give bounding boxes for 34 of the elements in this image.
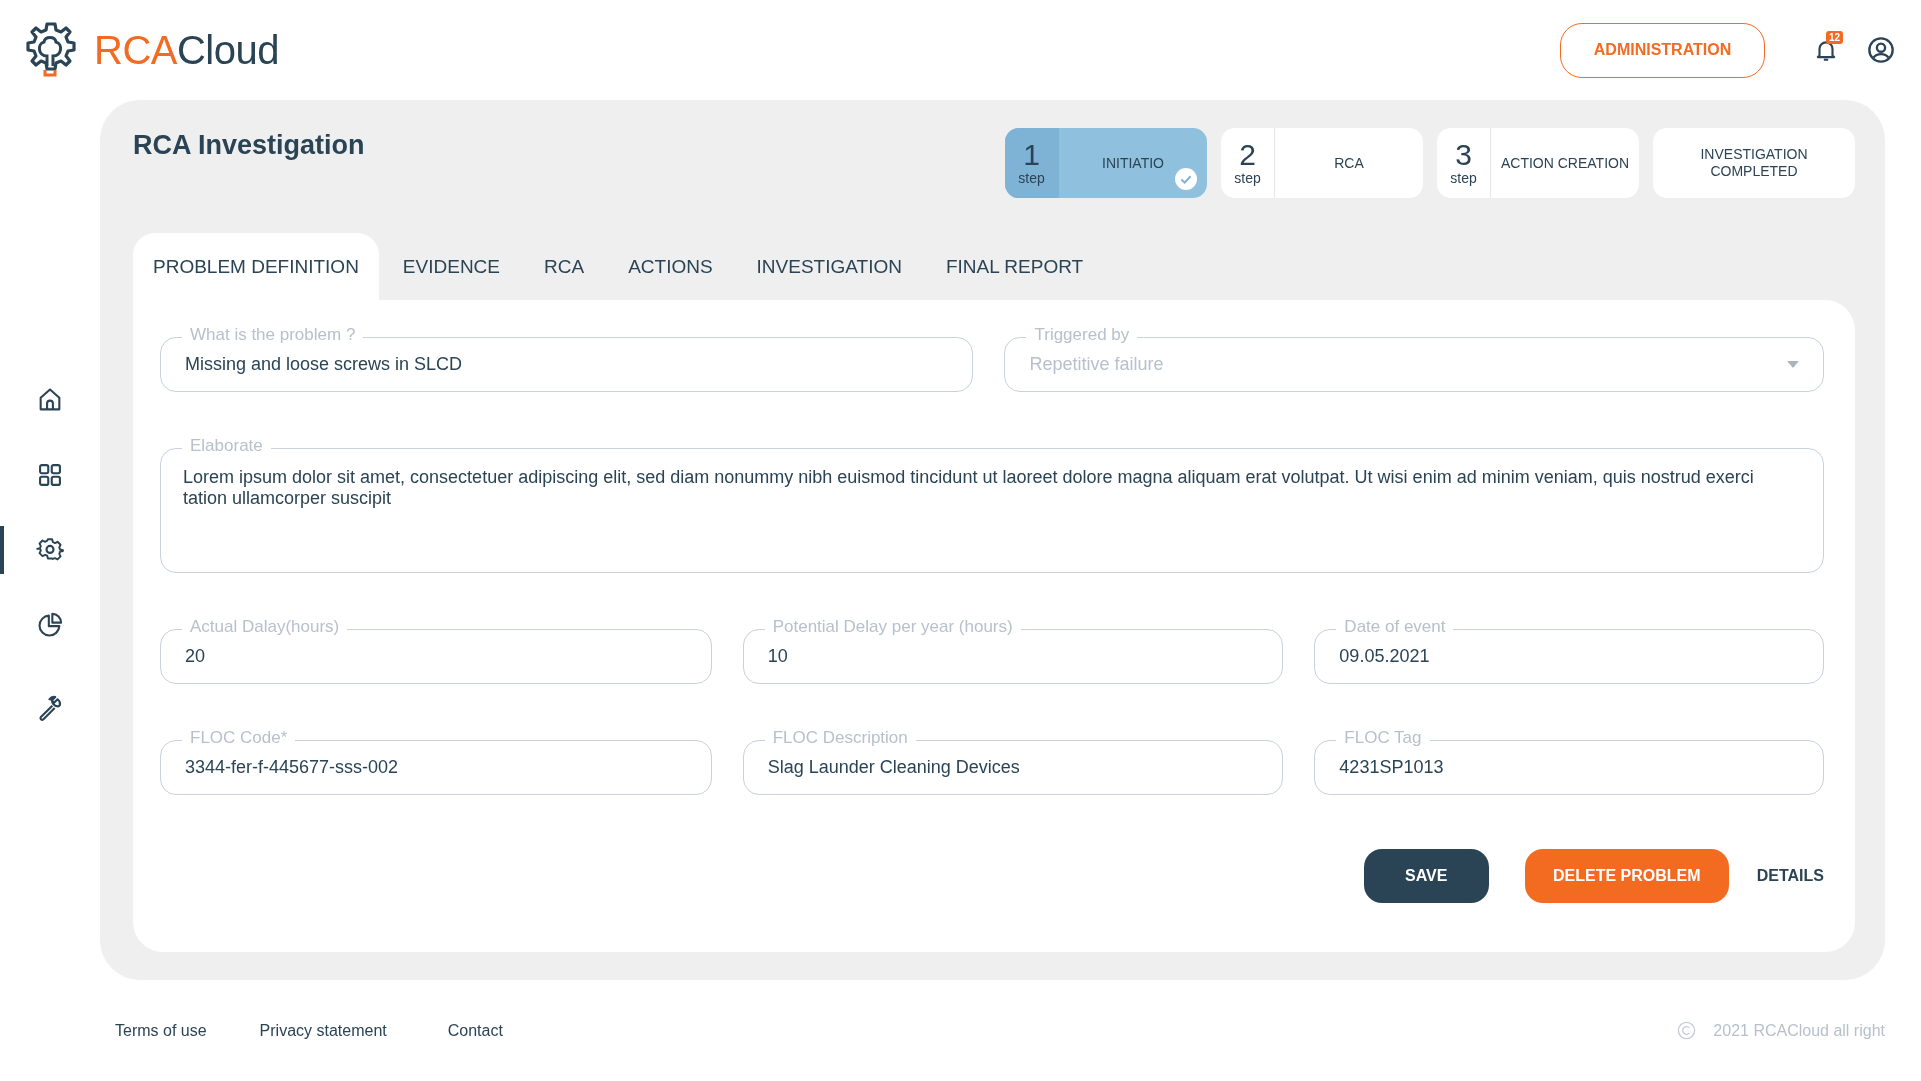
step-card[interactable]: 3 step ACTION CREATION xyxy=(1437,128,1639,198)
step-unit: step xyxy=(1234,170,1261,186)
step-number: 1 xyxy=(1023,140,1040,170)
step-label: ACTION CREATION xyxy=(1499,154,1631,173)
step-unit: step xyxy=(1450,170,1477,186)
step-number: 2 xyxy=(1239,140,1256,170)
pie-chart-icon[interactable] xyxy=(36,611,64,639)
user-icon[interactable] xyxy=(1867,36,1895,64)
step-label: RCA xyxy=(1333,154,1365,173)
tab[interactable]: INVESTIGATION xyxy=(736,233,922,300)
copyright-text: 2021 RCACloud all right xyxy=(1713,1021,1885,1040)
save-button[interactable]: SAVE xyxy=(1363,849,1489,903)
tab[interactable]: FINAL REPORT xyxy=(925,233,1104,300)
tab[interactable]: PROBLEM DEFINITION xyxy=(133,233,379,300)
footer-link[interactable]: Contact xyxy=(447,1021,503,1040)
grid-icon[interactable] xyxy=(36,461,64,489)
wrench-icon[interactable] xyxy=(36,694,64,722)
step-card[interactable]: 2 step RCA xyxy=(1221,128,1423,198)
tab[interactable]: RCA xyxy=(524,233,605,300)
brand-name: RCACloud xyxy=(94,27,279,73)
step-card[interactable]: INVESTIGATION COMPLETED xyxy=(1653,128,1855,198)
tab[interactable]: ACTIONS xyxy=(608,233,733,300)
step-card[interactable]: 1 step INITIATIO xyxy=(1005,128,1207,198)
footer-link[interactable]: Terms of use xyxy=(115,1021,207,1040)
copyright-icon xyxy=(1677,1021,1697,1040)
footer-link[interactable]: Privacy statement xyxy=(259,1021,387,1040)
page-title: RCA Investigation xyxy=(133,129,365,161)
step-unit: step xyxy=(1018,170,1045,186)
step-number: 3 xyxy=(1455,140,1472,170)
dropdown-input[interactable]: Repetitive failure xyxy=(1029,354,1787,375)
notification-badge: 12 xyxy=(1826,31,1844,44)
details-link[interactable]: DETAILS xyxy=(1756,849,1824,903)
tab[interactable]: EVIDENCE xyxy=(382,233,520,300)
step-label: INITIATIO xyxy=(1101,154,1165,173)
